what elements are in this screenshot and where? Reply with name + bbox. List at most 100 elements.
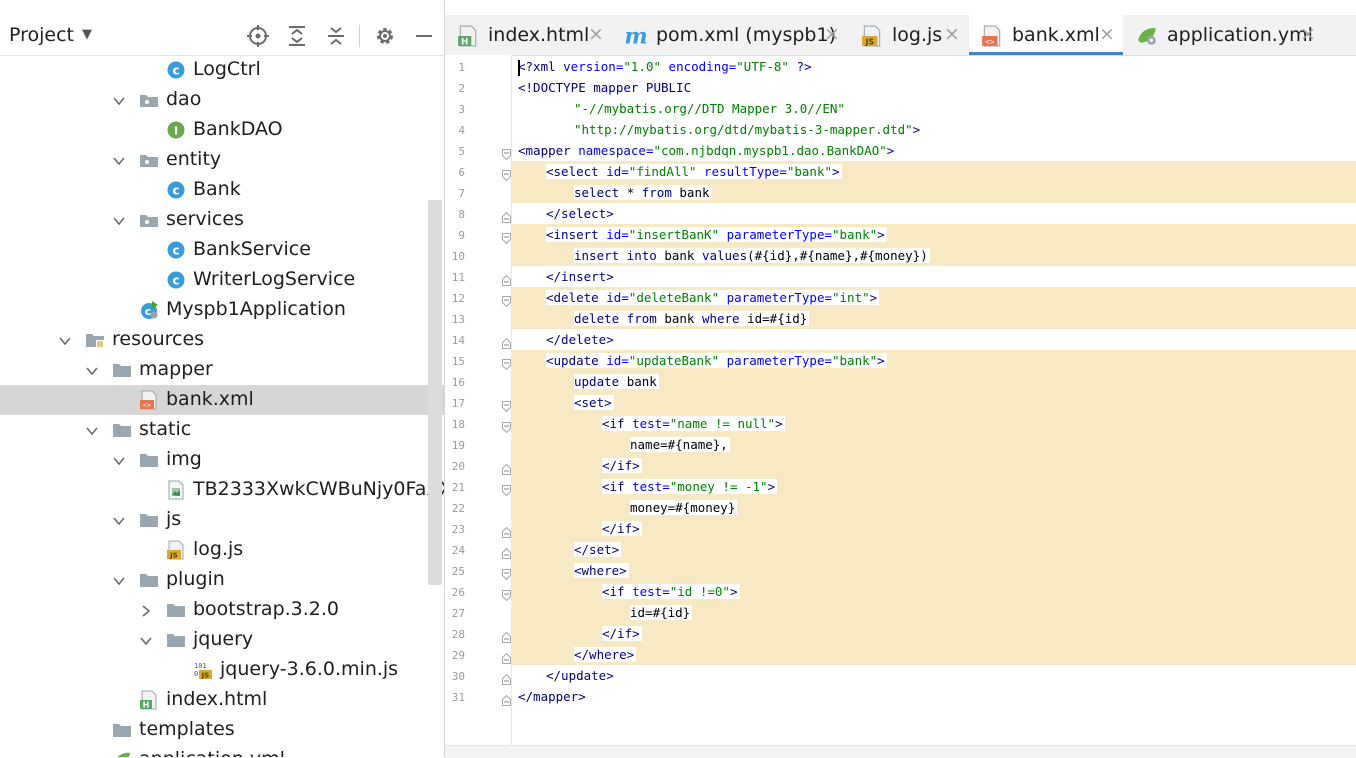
code-line[interactable]: <if test="id !=0"> xyxy=(502,581,1356,602)
fold-close-icon[interactable] xyxy=(502,649,511,664)
fold-close-icon[interactable] xyxy=(502,544,511,559)
chevron-down-icon[interactable] xyxy=(85,363,99,377)
code-line[interactable]: name=#{name}, xyxy=(511,434,1356,455)
fold-close-icon[interactable] xyxy=(502,523,511,538)
tab-pom-xml[interactable]: m pom.xml (myspb1) × xyxy=(613,15,848,55)
tab-application-yml[interactable]: application.yml × xyxy=(1124,15,1324,55)
tree-item-myspb1application[interactable]: c Myspb1Application xyxy=(0,295,444,325)
fold-open-icon[interactable] xyxy=(502,418,511,434)
code-line[interactable]: </update> xyxy=(502,665,1356,686)
tab-index-html[interactable]: Hindex.html × xyxy=(445,15,612,55)
fold-open-icon[interactable] xyxy=(502,586,511,602)
close-icon[interactable]: × xyxy=(1300,23,1316,45)
code-line[interactable]: update bank xyxy=(511,371,1356,392)
fold-open-icon[interactable] xyxy=(502,397,511,413)
code-line[interactable]: </if> xyxy=(502,455,1356,476)
code-line[interactable]: <if test="name != null"> xyxy=(502,413,1356,434)
tree-item-image-file[interactable]: TB2333XwkCWBuNjy0FaXXXX xyxy=(0,475,444,505)
gear-icon[interactable] xyxy=(373,24,397,48)
code-line[interactable]: <select id="findAll" resultType="bank"> xyxy=(502,161,1356,182)
fold-open-icon[interactable] xyxy=(502,565,511,581)
tree-item-application-yml[interactable]: application.yml xyxy=(0,745,444,757)
tree-item-dao[interactable]: dao xyxy=(0,85,444,115)
chevron-down-icon[interactable] xyxy=(112,93,126,107)
fold-close-icon[interactable] xyxy=(502,628,511,643)
hide-icon[interactable] xyxy=(412,24,436,48)
tree-item-jquery-min-js[interactable]: 101 0 JS jquery-3.6.0.min.js xyxy=(0,655,444,685)
tree-item-js[interactable]: js xyxy=(0,505,444,535)
code-line[interactable]: <where> xyxy=(502,560,1356,581)
chevron-down-icon[interactable] xyxy=(112,153,126,167)
code-line[interactable]: "-//mybatis.org//DTD Mapper 3.0//EN" xyxy=(511,98,1356,119)
tree-item-services[interactable]: services xyxy=(0,205,444,235)
project-view-selector[interactable]: Project xyxy=(9,24,74,46)
fold-close-icon[interactable] xyxy=(502,670,511,685)
code-line[interactable]: </insert> xyxy=(502,266,1356,287)
fold-open-icon[interactable] xyxy=(502,166,511,182)
tree-item-bank[interactable]: c Bank xyxy=(0,175,444,205)
tree-item-plugin[interactable]: plugin xyxy=(0,565,444,595)
code-line[interactable]: <mapper namespace="com.njbdqn.myspb1.dao… xyxy=(502,140,1356,161)
chevron-down-icon[interactable] xyxy=(112,513,126,527)
tree-item-img[interactable]: img xyxy=(0,445,444,475)
code-line[interactable]: <if test="money != -1"> xyxy=(502,476,1356,497)
chevron-down-icon[interactable] xyxy=(139,633,153,647)
code-line[interactable]: </mapper> xyxy=(502,686,1356,707)
close-icon[interactable]: × xyxy=(1099,23,1115,45)
close-icon[interactable]: × xyxy=(588,23,604,45)
fold-open-icon[interactable] xyxy=(502,355,511,371)
tree-item-bankdao[interactable]: I BankDAO xyxy=(0,115,444,145)
tab-bank-xml[interactable]: <> bank.xml × xyxy=(969,15,1123,55)
chevron-down-icon[interactable] xyxy=(58,333,72,347)
code-line[interactable]: "http://mybatis.org/dtd/mybatis-3-mapper… xyxy=(511,119,1356,140)
fold-open-icon[interactable] xyxy=(502,292,511,308)
chevron-down-icon[interactable] xyxy=(112,213,126,227)
fold-close-icon[interactable] xyxy=(502,271,511,286)
close-icon[interactable]: × xyxy=(944,23,960,45)
fold-close-icon[interactable] xyxy=(502,691,511,706)
code-line[interactable]: <?xml version="1.0" encoding="UTF-8" ?> xyxy=(511,56,1356,77)
code-line[interactable]: id=#{id} xyxy=(511,602,1356,623)
code-view[interactable]: <?xml version="1.0" encoding="UTF-8" ?> <… xyxy=(502,55,1356,745)
project-tree-scrollbar[interactable] xyxy=(428,200,442,585)
chevron-down-icon[interactable] xyxy=(112,573,126,587)
tree-item-resources[interactable]: resources xyxy=(0,325,444,355)
code-line[interactable]: </if> xyxy=(502,623,1356,644)
fold-open-icon[interactable] xyxy=(502,481,511,497)
fold-close-icon[interactable] xyxy=(502,460,511,475)
tree-item-static[interactable]: static xyxy=(0,415,444,445)
tree-item-bank-xml[interactable]: <> bank.xml xyxy=(0,385,444,415)
tree-item-log-js[interactable]: JS log.js xyxy=(0,535,444,565)
tree-item-entity[interactable]: entity xyxy=(0,145,444,175)
code-line[interactable]: <insert id="insertBanK" parameterType="b… xyxy=(502,224,1356,245)
code-line[interactable]: money=#{money} xyxy=(511,497,1356,518)
editor-horizontal-scrollbar[interactable] xyxy=(445,745,1356,758)
code-line[interactable]: <delete id="deleteBank" parameterType="i… xyxy=(502,287,1356,308)
code-line[interactable]: </set> xyxy=(502,539,1356,560)
tab-log-js[interactable]: JS log.js × xyxy=(849,15,968,55)
code-line[interactable]: </select> xyxy=(502,203,1356,224)
tree-item-jquery[interactable]: jquery xyxy=(0,625,444,655)
tree-item-writerlogservice[interactable]: c WriterLogService xyxy=(0,265,444,295)
chevron-down-icon[interactable] xyxy=(112,453,126,467)
tree-item-index-html[interactable]: Hindex.html xyxy=(0,685,444,715)
code-line[interactable]: </where> xyxy=(502,644,1356,665)
locate-file-icon[interactable] xyxy=(246,24,270,48)
fold-open-icon[interactable] xyxy=(502,145,511,161)
fold-close-icon[interactable] xyxy=(502,208,511,223)
tree-item-bankservice[interactable]: c BankService xyxy=(0,235,444,265)
expand-all-icon[interactable] xyxy=(285,24,309,48)
code-line[interactable]: delete from bank where id=#{id} xyxy=(511,308,1356,329)
collapse-all-icon[interactable] xyxy=(324,24,348,48)
code-line[interactable]: <update id="updateBank" parameterType="b… xyxy=(502,350,1356,371)
code-line[interactable]: select * from bank xyxy=(511,182,1356,203)
code-line[interactable]: </if> xyxy=(502,518,1356,539)
code-line[interactable]: <!DOCTYPE mapper PUBLIC xyxy=(511,77,1356,98)
code-line[interactable]: </delete> xyxy=(502,329,1356,350)
code-line[interactable]: <set> xyxy=(502,392,1356,413)
chevron-down-icon[interactable]: ▼ xyxy=(82,27,92,42)
fold-close-icon[interactable] xyxy=(502,334,511,349)
fold-open-icon[interactable] xyxy=(502,229,511,245)
chevron-right-icon[interactable] xyxy=(139,603,153,617)
chevron-down-icon[interactable] xyxy=(85,423,99,437)
